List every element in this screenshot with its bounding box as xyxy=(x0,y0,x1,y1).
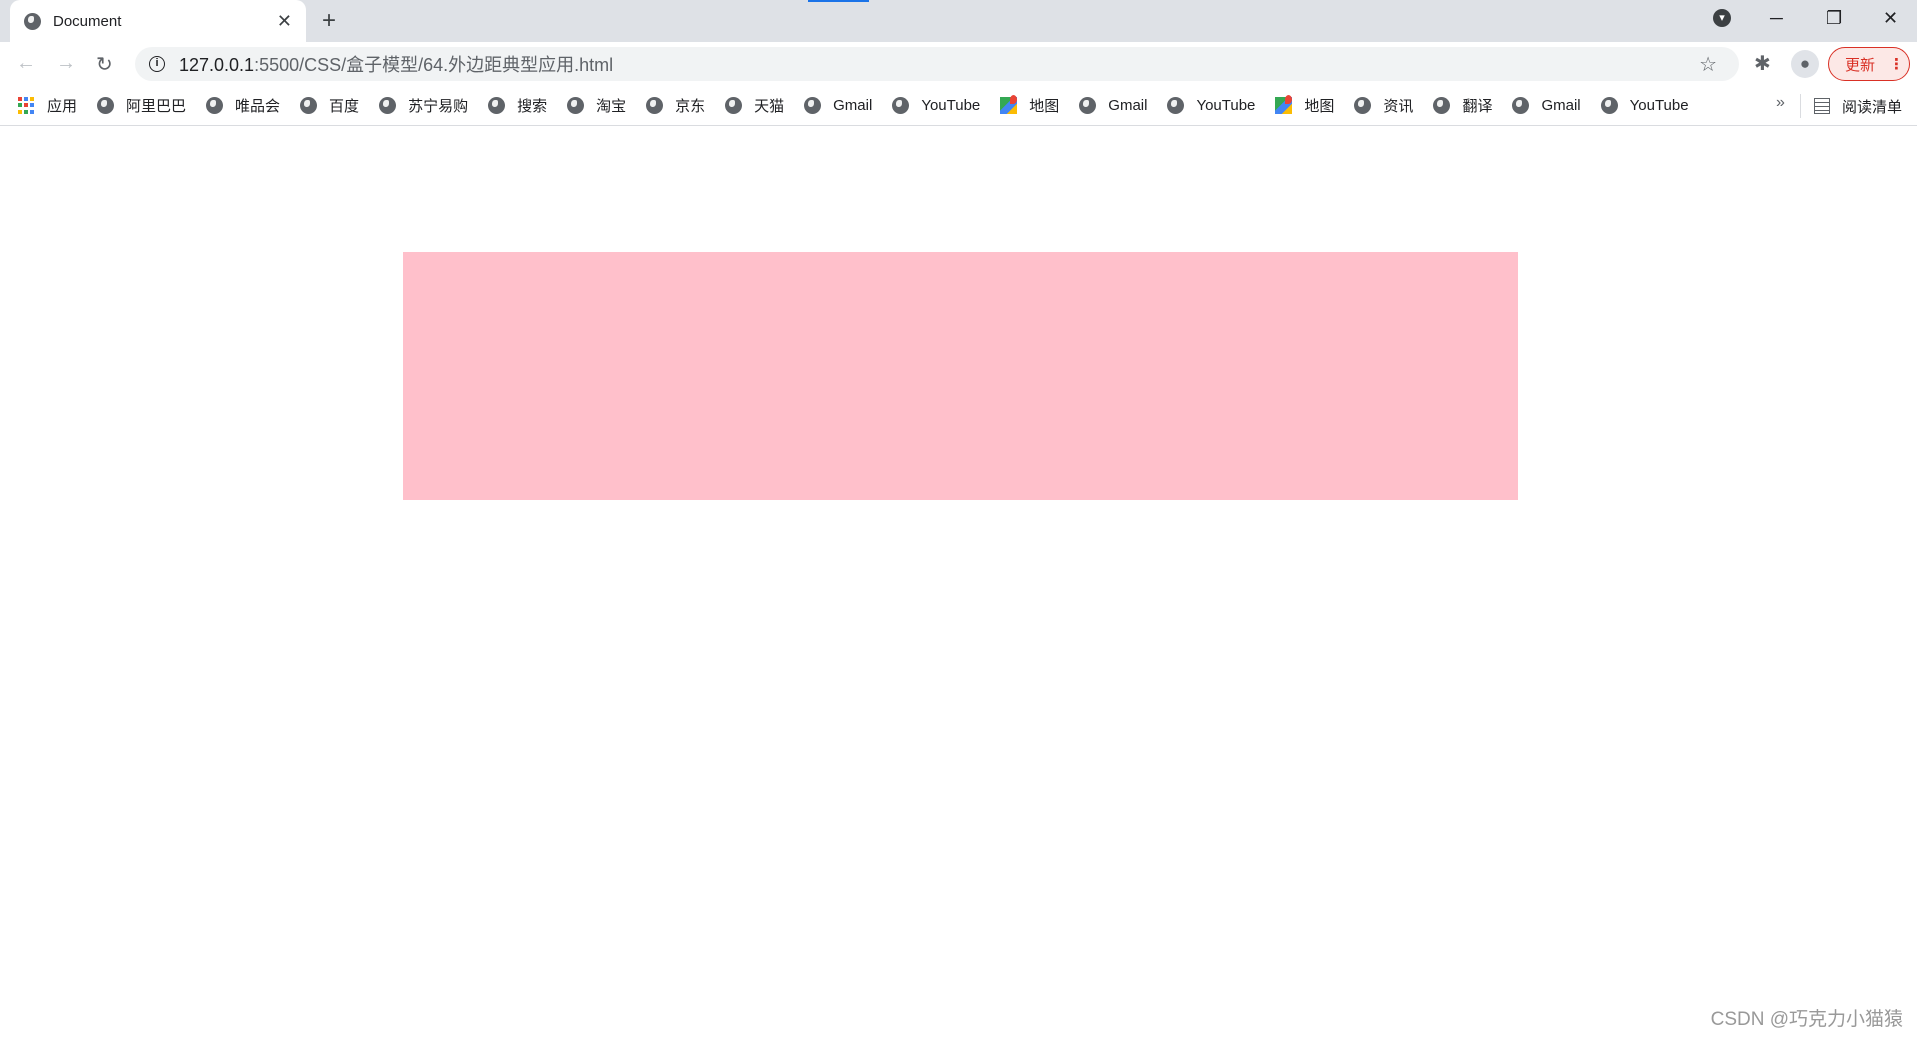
bookmark-label: YouTube xyxy=(1629,97,1689,114)
url-path: :5500/CSS/盒子模型/64.外边距典型应用.html xyxy=(254,55,614,75)
tab-strip: Document ✕ + ▾ ─ ❐ ✕ xyxy=(0,0,1917,42)
globe-icon xyxy=(567,97,585,114)
bookmarks-bar: 应用 阿里巴巴 唯品会 百度 苏宁易购 搜索 淘宝 京东 天猫 Gmail Yo… xyxy=(0,86,1917,126)
globe-icon xyxy=(1167,97,1185,114)
minimize-button[interactable]: ─ xyxy=(1770,8,1783,29)
globe-icon xyxy=(646,97,664,114)
pink-box xyxy=(403,252,1518,500)
reading-list-button[interactable]: 阅读清单 xyxy=(1814,86,1902,126)
bookmark-item[interactable]: YouTube xyxy=(1600,97,1689,114)
address-bar[interactable]: i 127.0.0.1:5500/CSS/盒子模型/64.外边距典型应用.htm… xyxy=(135,47,1739,81)
bookmark-item[interactable]: 翻译 xyxy=(1433,95,1492,116)
globe-icon xyxy=(24,12,41,30)
bookmark-label: 京东 xyxy=(675,98,706,115)
bookmark-label: 阿里巴巴 xyxy=(126,98,187,115)
globe-icon xyxy=(1354,97,1372,114)
bookmark-label: 唯品会 xyxy=(235,98,281,115)
bookmark-item[interactable]: 京东 xyxy=(646,95,705,116)
tab-title: Document xyxy=(53,12,122,30)
reload-button[interactable]: ↻ xyxy=(96,52,113,77)
globe-icon xyxy=(892,97,910,114)
globe-icon xyxy=(379,97,397,114)
globe-icon xyxy=(97,97,115,114)
bookmark-item[interactable]: 唯品会 xyxy=(206,95,280,116)
bookmark-label: 淘宝 xyxy=(596,98,627,115)
globe-icon xyxy=(1512,97,1530,114)
extensions-icon[interactable]: ✱ xyxy=(1754,51,1771,76)
tab-document[interactable]: Document ✕ xyxy=(10,0,306,42)
bookmark-item[interactable]: 搜索 xyxy=(488,95,547,116)
globe-icon xyxy=(488,97,506,114)
bookmark-label: 搜索 xyxy=(517,98,548,115)
update-label: 更新 xyxy=(1845,56,1876,74)
bookmark-item[interactable]: 苏宁易购 xyxy=(379,95,468,116)
globe-icon xyxy=(804,97,822,114)
bookmark-label: 苏宁易购 xyxy=(408,98,469,115)
bookmark-item[interactable]: 地图 xyxy=(1000,95,1059,116)
bookmark-item[interactable]: 地图 xyxy=(1275,95,1334,116)
info-icon[interactable]: i xyxy=(149,56,165,72)
bookmark-label: 应用 xyxy=(47,98,78,115)
update-button[interactable]: 更新 ⋮ xyxy=(1828,47,1910,81)
profile-avatar[interactable]: ● xyxy=(1791,50,1819,78)
more-bookmarks-button[interactable]: » xyxy=(1776,94,1785,112)
maps-icon xyxy=(1000,95,1018,114)
toolbar: ← → ↻ i 127.0.0.1:5500/CSS/盒子模型/64.外边距典型… xyxy=(0,42,1917,86)
url-host: 127.0.0.1 xyxy=(179,55,255,75)
bookmark-label: 地图 xyxy=(1029,98,1060,115)
bookmark-item[interactable]: 天猫 xyxy=(725,95,784,116)
bookmark-label: 天猫 xyxy=(754,98,785,115)
globe-icon xyxy=(1600,97,1618,114)
reading-list-label: 阅读清单 xyxy=(1842,98,1903,116)
bookmark-item[interactable]: 资讯 xyxy=(1354,95,1413,116)
close-window-button[interactable]: ✕ xyxy=(1883,8,1898,29)
bookmark-label: 地图 xyxy=(1304,98,1335,115)
bookmark-label: 资讯 xyxy=(1383,98,1414,115)
globe-icon xyxy=(1433,97,1451,114)
bookmark-apps[interactable]: 应用 xyxy=(18,95,77,116)
bookmark-item[interactable]: 阿里巴巴 xyxy=(97,95,186,116)
globe-icon xyxy=(725,97,743,114)
bookmark-label: 百度 xyxy=(329,98,360,115)
bookmark-item[interactable]: 淘宝 xyxy=(567,95,626,116)
reading-list-icon xyxy=(1814,98,1830,114)
globe-icon xyxy=(1079,97,1097,114)
menu-icon[interactable]: ⋮ xyxy=(1889,55,1904,73)
bookmark-item[interactable]: Gmail xyxy=(804,97,872,114)
bookmark-item[interactable]: Gmail xyxy=(1079,97,1147,114)
globe-icon xyxy=(300,97,318,114)
new-tab-button[interactable]: + xyxy=(322,7,336,35)
loading-indicator xyxy=(808,0,869,2)
bookmark-label: 翻译 xyxy=(1462,98,1493,115)
bookmark-item[interactable]: YouTube xyxy=(892,97,980,114)
bookmark-label: Gmail xyxy=(1108,97,1148,114)
bookmark-label: Gmail xyxy=(1541,97,1581,114)
apps-grid-icon xyxy=(18,97,35,114)
maps-icon xyxy=(1275,95,1293,114)
bookmark-item[interactable]: Gmail xyxy=(1512,97,1581,114)
url-text[interactable]: 127.0.0.1:5500/CSS/盒子模型/64.外边距典型应用.html xyxy=(179,51,613,77)
bookmark-item[interactable]: YouTube xyxy=(1167,97,1255,114)
close-tab-icon[interactable]: ✕ xyxy=(277,11,292,32)
watermark: CSDN @巧克力小猫猿 xyxy=(1710,1009,1903,1030)
restore-button[interactable]: ❐ xyxy=(1826,8,1842,29)
divider xyxy=(1800,94,1801,118)
bookmark-label: YouTube xyxy=(921,97,981,114)
bookmark-label: YouTube xyxy=(1196,97,1256,114)
bookmark-item[interactable]: 百度 xyxy=(300,95,359,116)
bookmark-star-icon[interactable]: ☆ xyxy=(1699,52,1717,77)
back-button[interactable]: ← xyxy=(16,52,36,75)
bookmark-label: Gmail xyxy=(833,97,873,114)
forward-button[interactable]: → xyxy=(56,52,76,75)
globe-icon xyxy=(206,97,224,114)
tab-search-icon[interactable]: ▾ xyxy=(1713,9,1731,27)
